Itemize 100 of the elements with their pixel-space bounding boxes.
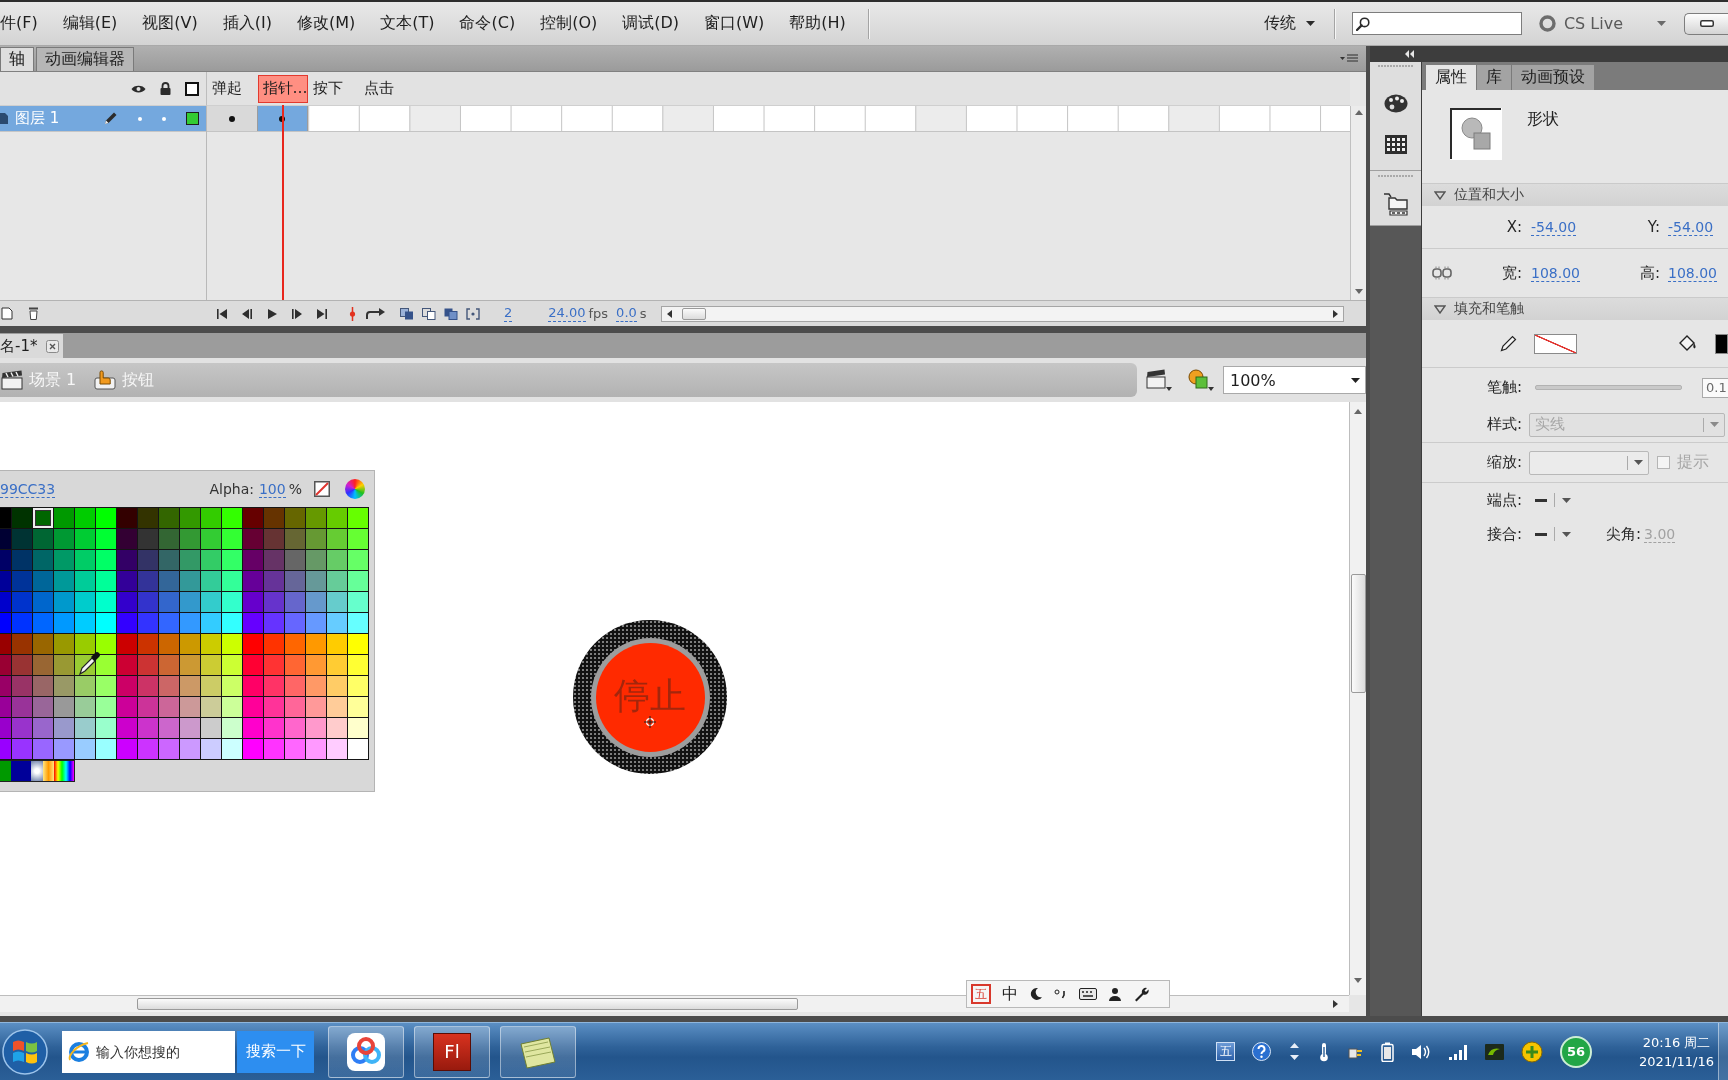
color-swatch[interactable] [327, 592, 347, 612]
color-swatch[interactable] [222, 550, 242, 570]
color-swatch[interactable] [243, 718, 263, 738]
stroke-width-field[interactable]: 0.1 [1702, 377, 1728, 398]
height-value[interactable]: 108.00 [1668, 264, 1717, 282]
color-swatch[interactable] [222, 697, 242, 717]
color-swatch[interactable] [264, 697, 284, 717]
color-swatch[interactable] [348, 550, 368, 570]
color-swatch[interactable] [285, 613, 305, 633]
color-swatch[interactable] [306, 634, 326, 654]
search-field[interactable] [1351, 12, 1522, 35]
menu-item[interactable]: 命令(C) [459, 9, 516, 38]
color-swatch[interactable] [327, 613, 347, 633]
color-swatch[interactable] [348, 655, 368, 675]
color-swatch[interactable] [222, 634, 242, 654]
taskbar-app-button[interactable] [500, 1025, 576, 1078]
color-swatch[interactable] [243, 634, 263, 654]
panel-tab[interactable]: 动画编辑器 [36, 47, 134, 71]
ime-mode-toggle[interactable]: 五 [971, 984, 991, 1004]
color-swatch[interactable] [348, 697, 368, 717]
moon-icon[interactable] [1029, 987, 1043, 1001]
color-swatch[interactable] [180, 550, 200, 570]
color-swatch[interactable] [96, 634, 116, 654]
color-swatch[interactable] [138, 529, 158, 549]
color-swatch[interactable] [327, 634, 347, 654]
color-swatch[interactable] [96, 739, 116, 759]
color-swatch[interactable] [222, 529, 242, 549]
cap-style-dropdown[interactable] [1535, 490, 1571, 510]
plus-badge-icon[interactable] [1521, 1040, 1544, 1063]
taskbar-app-button[interactable] [328, 1025, 404, 1078]
color-swatch[interactable] [33, 655, 53, 675]
color-swatch[interactable] [348, 634, 368, 654]
color-swatch[interactable] [201, 508, 221, 528]
color-swatch[interactable] [138, 613, 158, 633]
color-swatch[interactable] [243, 613, 263, 633]
menu-item[interactable]: 件(F) [0, 9, 38, 38]
color-swatch[interactable] [33, 592, 53, 612]
swoosh-tile-icon[interactable] [1485, 1043, 1505, 1060]
hex-color-value[interactable]: 99CC33 [0, 480, 56, 498]
color-swatch[interactable] [201, 739, 221, 759]
color-swatch[interactable] [33, 676, 53, 696]
color-swatch[interactable] [306, 655, 326, 675]
color-swatch[interactable] [117, 613, 137, 633]
color-swatch[interactable] [222, 613, 242, 633]
color-swatch[interactable] [222, 655, 242, 675]
playhead-line[interactable] [281, 105, 284, 300]
color-swatch[interactable] [12, 613, 32, 633]
outline-square-icon[interactable] [185, 81, 199, 96]
close-icon[interactable] [46, 339, 60, 353]
color-swatch[interactable] [96, 508, 116, 528]
swatch-grid-icon[interactable] [1384, 135, 1407, 154]
color-swatch[interactable] [180, 634, 200, 654]
color-swatch[interactable] [180, 508, 200, 528]
skip-back-icon[interactable] [216, 307, 228, 320]
clock-time[interactable]: 20:16 周二 [1642, 1034, 1711, 1052]
color-swatch[interactable] [306, 697, 326, 717]
taskbar-app-button[interactable]: Fl [414, 1025, 490, 1078]
color-swatch[interactable] [306, 529, 326, 549]
color-swatch[interactable] [96, 676, 116, 696]
color-swatch[interactable] [75, 592, 95, 612]
person-icon[interactable] [1108, 987, 1122, 1001]
color-swatch[interactable] [327, 529, 347, 549]
color-swatch[interactable] [327, 508, 347, 528]
color-swatch[interactable] [201, 613, 221, 633]
gradient-swatch[interactable] [43, 761, 54, 781]
menu-item[interactable]: 视图(V) [142, 9, 198, 38]
trash-icon[interactable] [28, 307, 39, 320]
color-swatch[interactable] [201, 697, 221, 717]
arrow-right-icon[interactable] [1333, 1000, 1338, 1008]
color-swatch[interactable] [201, 718, 221, 738]
color-swatch[interactable] [180, 697, 200, 717]
color-swatch[interactable] [117, 529, 137, 549]
color-swatch[interactable] [159, 697, 179, 717]
section-header[interactable]: 位置和大小 [1422, 183, 1728, 206]
color-swatch[interactable] [33, 571, 53, 591]
color-swatch[interactable] [117, 634, 137, 654]
color-swatch[interactable] [327, 655, 347, 675]
color-swatch[interactable] [348, 529, 368, 549]
color-swatch[interactable] [159, 571, 179, 591]
color-swatch[interactable] [222, 592, 242, 612]
color-swatch[interactable] [201, 592, 221, 612]
color-swatch[interactable] [75, 697, 95, 717]
expand-arrows-icon[interactable] [1288, 1042, 1302, 1061]
color-swatch[interactable] [159, 529, 179, 549]
color-swatch[interactable] [96, 550, 116, 570]
color-swatch[interactable] [96, 718, 116, 738]
color-swatch[interactable] [285, 697, 305, 717]
chain-link-icon[interactable] [1432, 266, 1452, 280]
color-swatch[interactable] [138, 676, 158, 696]
frame-label[interactable]: 按下 [308, 74, 359, 103]
gradient-swatch[interactable] [54, 761, 74, 781]
color-swatch[interactable] [285, 655, 305, 675]
color-swatch[interactable] [138, 508, 158, 528]
color-swatch[interactable] [306, 592, 326, 612]
color-swatch[interactable] [138, 592, 158, 612]
menu-item[interactable]: 窗口(W) [704, 9, 765, 38]
color-swatch[interactable] [264, 508, 284, 528]
paint-bucket-icon[interactable] [1678, 334, 1697, 353]
color-swatch[interactable] [285, 571, 305, 591]
color-swatch[interactable] [348, 676, 368, 696]
